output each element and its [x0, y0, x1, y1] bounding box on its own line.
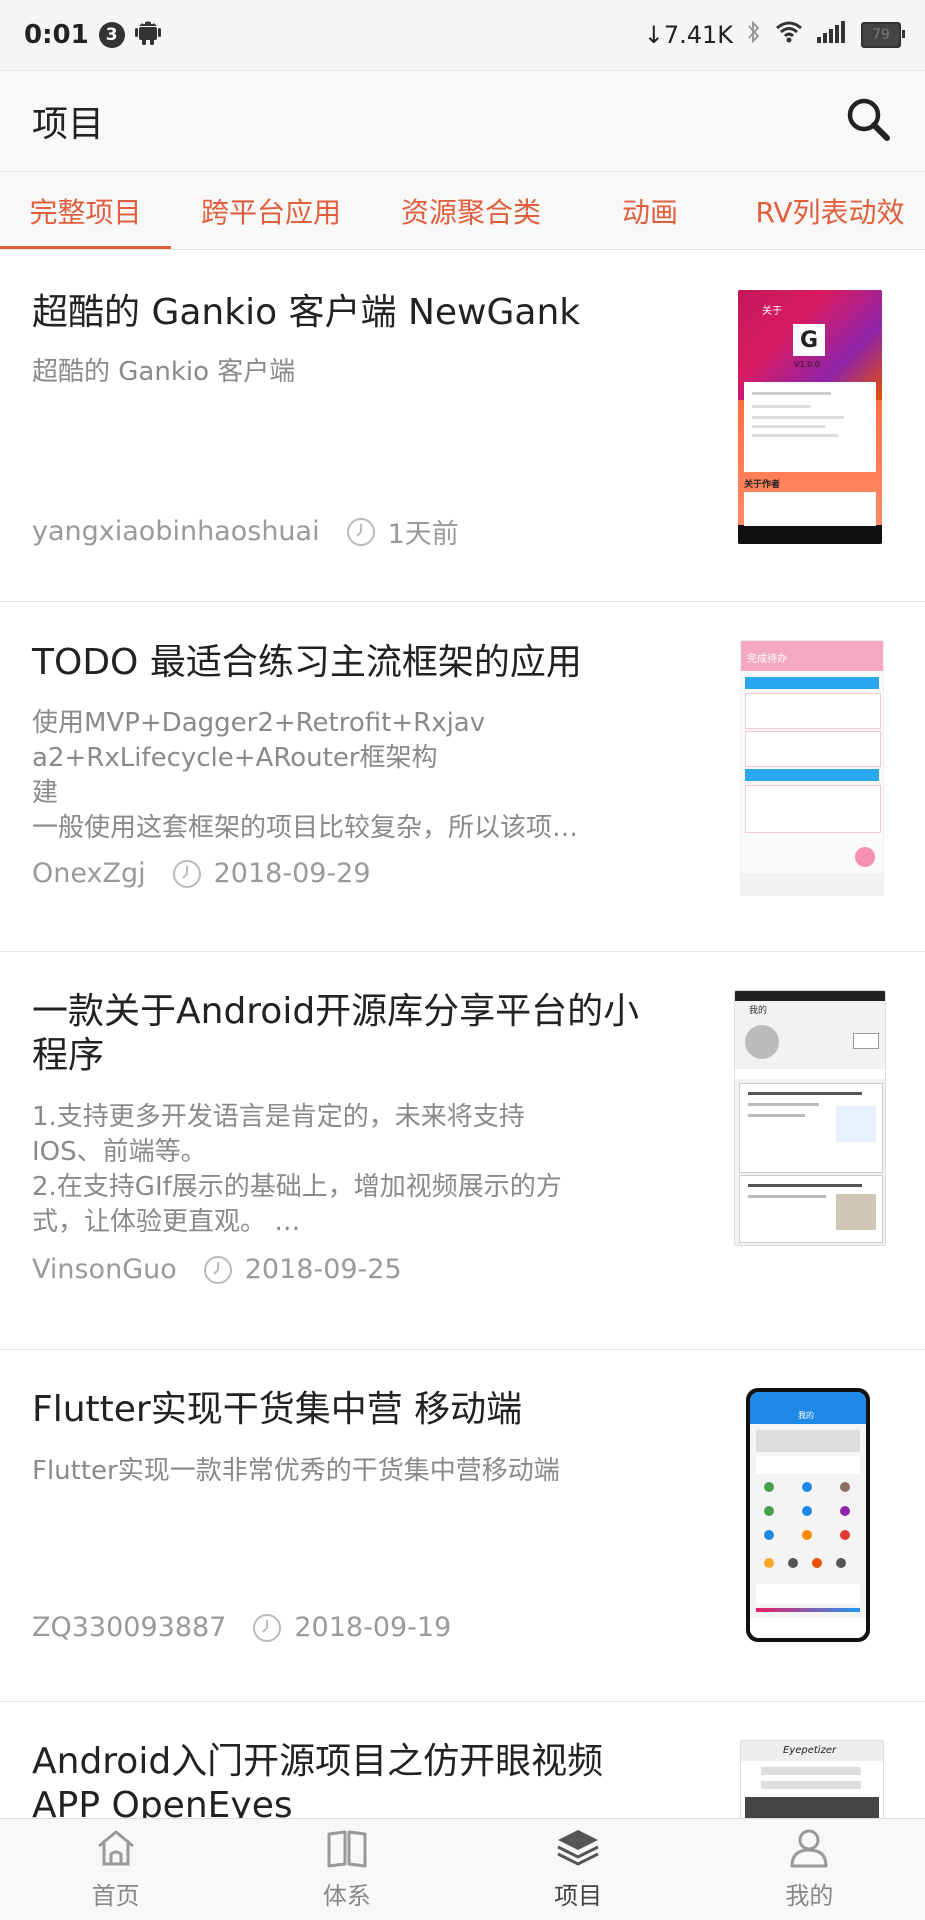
- item-author: ZQ330093887: [32, 1612, 227, 1643]
- project-thumbnail: 完成待办: [740, 640, 884, 896]
- item-author: yangxiaobinhaoshuai: [32, 516, 320, 547]
- layers-icon: [556, 1828, 600, 1872]
- person-icon: [788, 1828, 830, 1872]
- list-item[interactable]: 一款关于Android开源库分享平台的小 程序 1.支持更多开发语言是肯定的，未…: [0, 952, 925, 1350]
- download-speed: ↓7.41K: [643, 21, 733, 49]
- item-title: TODO 最适合练习主流框架的应用: [32, 642, 582, 683]
- item-description: Flutter实现一款非常优秀的干货集中营移动端: [32, 1456, 560, 1486]
- page-title: 项目: [32, 104, 105, 145]
- item-time: 2018-09-25: [244, 1254, 402, 1285]
- tab-rv-list-effects[interactable]: RV列表动效: [735, 172, 925, 249]
- item-description: 超酷的 Gankio 客户端: [32, 357, 296, 387]
- nav-mine[interactable]: 我的: [694, 1819, 925, 1920]
- clock-icon: [346, 517, 376, 547]
- tab-complete-projects[interactable]: 完整项目: [0, 172, 171, 249]
- project-list: 超酷的 Gankio 客户端 NewGank 超酷的 Gankio 客户端 ya…: [0, 250, 925, 1818]
- status-time: 0:01: [24, 20, 89, 50]
- item-meta: ZQ330093887 2018-09-19: [32, 1612, 451, 1643]
- item-time: 2018-09-29: [213, 858, 371, 889]
- bottom-navigation: 首页 体系 项目 我的: [0, 1818, 925, 1920]
- nav-system[interactable]: 体系: [231, 1819, 462, 1920]
- project-thumbnail: 关于 G V1.0.0 关于作者: [738, 290, 882, 544]
- item-time: 1天前: [387, 519, 459, 550]
- tab-animation[interactable]: 动画: [590, 172, 710, 249]
- project-thumbnail: 我的: [734, 990, 886, 1246]
- status-bar: 0:01 3 ↓7.41K 79: [0, 0, 925, 70]
- list-item[interactable]: Flutter实现干货集中营 移动端 Flutter实现一款非常优秀的干货集中营…: [0, 1350, 925, 1702]
- app-bar: 项目: [0, 70, 925, 172]
- home-icon: [95, 1828, 137, 1872]
- item-meta: yangxiaobinhaoshuai 1天前: [32, 512, 459, 551]
- category-tabs: 完整项目 跨平台应用 资源聚合类 动画 RV列表动效: [0, 172, 925, 250]
- battery-icon: 79: [861, 22, 905, 48]
- item-time: 2018-09-19: [294, 1612, 452, 1643]
- nav-home[interactable]: 首页: [0, 1819, 231, 1920]
- item-title: 超酷的 Gankio 客户端 NewGank: [32, 292, 581, 333]
- android-icon: [134, 18, 161, 53]
- clock-icon: [172, 859, 202, 889]
- tab-cross-platform[interactable]: 跨平台应用: [176, 172, 366, 249]
- nav-label: 体系: [322, 1882, 371, 1910]
- item-title: 一款关于Android开源库分享平台的小 程序: [32, 991, 640, 1076]
- nav-label: 首页: [91, 1882, 140, 1910]
- wifi-icon: [775, 21, 803, 49]
- search-icon: [845, 96, 891, 146]
- item-title: Flutter实现干货集中营 移动端: [32, 1389, 523, 1430]
- item-description: 使用MVP+Dagger2+Retrofit+Rxjav a2+RxLifecy…: [32, 708, 579, 843]
- project-thumbnail: Eyepetizer: [740, 1740, 884, 1818]
- list-item[interactable]: TODO 最适合练习主流框架的应用 使用MVP+Dagger2+Retrofit…: [0, 602, 925, 952]
- bluetooth-icon: [747, 20, 761, 50]
- list-item[interactable]: 超酷的 Gankio 客户端 NewGank 超酷的 Gankio 客户端 ya…: [0, 250, 925, 602]
- nav-label: 我的: [785, 1882, 834, 1910]
- project-thumbnail: 我的: [746, 1388, 870, 1642]
- nav-projects[interactable]: 项目: [463, 1819, 694, 1920]
- item-author: OnexZgj: [32, 858, 146, 889]
- item-title: Android入门开源项目之仿开眼视频 APP OpenEyes: [32, 1741, 604, 1818]
- book-icon: [326, 1828, 368, 1872]
- clock-icon: [252, 1613, 282, 1643]
- signal-icon: [817, 21, 847, 49]
- search-button[interactable]: [843, 96, 893, 146]
- clock-icon: [203, 1255, 233, 1285]
- item-meta: VinsonGuo 2018-09-25: [32, 1254, 402, 1285]
- nav-label: 项目: [554, 1882, 603, 1910]
- notification-count-badge: 3: [98, 22, 125, 48]
- item-meta: OnexZgj 2018-09-29: [32, 858, 371, 889]
- tab-resource-aggregation[interactable]: 资源聚合类: [376, 172, 566, 249]
- item-description: 1.支持更多开发语言是肯定的，未来将支持 IOS、前端等。 2.在支持GIf展示…: [32, 1102, 562, 1237]
- item-author: VinsonGuo: [32, 1254, 177, 1285]
- list-item[interactable]: Android入门开源项目之仿开眼视频 APP OpenEyes Eyepeti…: [0, 1702, 925, 1818]
